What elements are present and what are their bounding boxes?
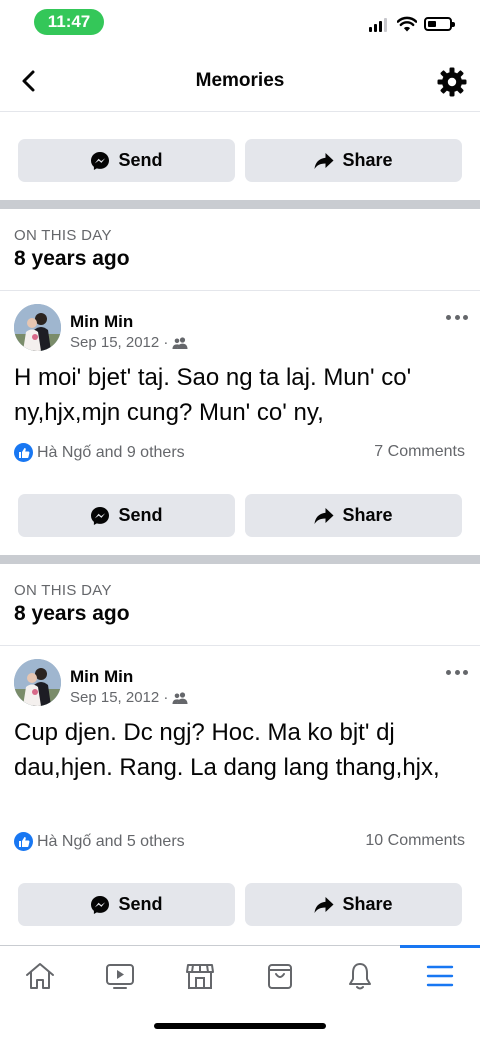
status-bar: 11:47 <box>0 0 480 44</box>
reactions-summary[interactable]: Hà Ngố and 5 others <box>14 832 185 851</box>
tab-video[interactable] <box>80 946 160 1006</box>
share-button[interactable]: Share <box>245 139 462 182</box>
friends-audience-icon <box>172 691 188 704</box>
tab-shopping[interactable] <box>240 946 320 1006</box>
video-icon <box>106 964 134 989</box>
bell-icon <box>349 963 371 990</box>
gear-icon[interactable] <box>436 66 468 98</box>
marketplace-icon <box>186 964 214 989</box>
menu-icon <box>426 965 454 987</box>
reactions-text: Hà Ngố and 9 others <box>37 443 185 461</box>
section-separator <box>0 200 480 209</box>
avatar-photo <box>14 304 61 351</box>
share-label: Share <box>342 150 393 170</box>
share-label: Share <box>342 505 393 525</box>
send-label: Send <box>118 150 163 170</box>
on-this-day-label: ON THIS DAY <box>14 582 112 599</box>
shopping-bag-icon <box>268 964 292 989</box>
post-author[interactable]: Min Min <box>70 667 133 687</box>
post-text: Cup djen. Dc ngj? Hoc. Ma ko bjt' dj dau… <box>14 719 440 781</box>
messenger-icon <box>91 151 110 170</box>
divider <box>0 290 480 291</box>
tab-notifications[interactable] <box>320 946 400 1006</box>
wifi-icon <box>397 16 417 32</box>
bottom-tab-bar <box>0 945 480 1005</box>
avatar[interactable] <box>14 304 61 351</box>
tab-marketplace[interactable] <box>160 946 240 1006</box>
like-icon <box>14 443 33 462</box>
tab-menu[interactable] <box>400 945 480 1006</box>
post-author[interactable]: Min Min <box>70 312 133 332</box>
comments-count[interactable]: 10 Comments <box>365 832 465 850</box>
share-label: Share <box>342 894 393 914</box>
share-arrow-icon <box>314 507 334 524</box>
send-button[interactable]: Send <box>18 883 235 926</box>
share-arrow-icon <box>314 896 334 913</box>
post-text: H moi' bjet' taj. Sao ng ta laj. Mun' co… <box>14 364 412 426</box>
home-indicator <box>154 1023 326 1029</box>
avatar-photo <box>14 659 61 706</box>
battery-icon <box>424 17 455 31</box>
navigation-header: Memories <box>0 52 480 112</box>
more-options-icon[interactable] <box>446 313 468 321</box>
status-time: 11:47 <box>34 9 104 35</box>
post-date: Sep 15, 2012 · <box>70 334 169 351</box>
post-meta: Sep 15, 2012 · <box>70 334 188 351</box>
page-title: Memories <box>195 70 285 91</box>
post-meta: Sep 15, 2012 · <box>70 689 188 706</box>
more-options-icon[interactable] <box>446 668 468 676</box>
home-icon <box>26 963 54 989</box>
divider <box>0 645 480 646</box>
send-label: Send <box>118 894 163 914</box>
share-button[interactable]: Share <box>245 883 462 926</box>
post-action-row: Send Share <box>18 883 462 926</box>
share-button[interactable]: Share <box>245 494 462 537</box>
send-label: Send <box>118 505 163 525</box>
section-separator <box>0 555 480 564</box>
tab-home[interactable] <box>0 946 80 1006</box>
comments-count[interactable]: 7 Comments <box>374 443 465 461</box>
on-this-day-label: ON THIS DAY <box>14 227 112 244</box>
messenger-icon <box>91 895 110 914</box>
reactions-text: Hà Ngố and 5 others <box>37 832 185 850</box>
send-button[interactable]: Send <box>18 139 235 182</box>
messenger-icon <box>91 506 110 525</box>
friends-audience-icon <box>172 336 188 349</box>
reactions-summary[interactable]: Hà Ngố and 9 others <box>14 443 185 462</box>
post-date: Sep 15, 2012 · <box>70 689 169 706</box>
avatar[interactable] <box>14 659 61 706</box>
send-button[interactable]: Send <box>18 494 235 537</box>
years-ago-heading: 8 years ago <box>14 247 130 270</box>
post-action-row: Send Share <box>18 494 462 537</box>
years-ago-heading: 8 years ago <box>14 602 130 625</box>
like-icon <box>14 832 33 851</box>
cellular-signal-icon <box>369 18 387 32</box>
share-arrow-icon <box>314 152 334 169</box>
top-action-row: Send Share <box>18 139 462 182</box>
